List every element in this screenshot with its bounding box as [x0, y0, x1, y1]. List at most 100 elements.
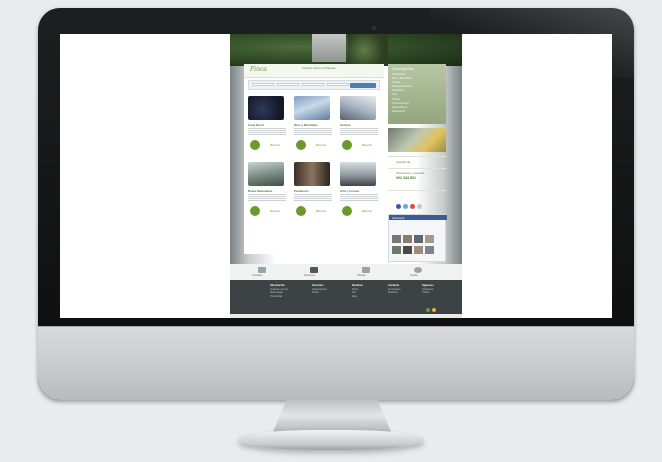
listing-badge-icon[interactable] — [250, 206, 260, 216]
footer-link[interactable]: Sur — [352, 291, 356, 294]
footer-logo-icon — [426, 308, 430, 312]
monitor-screen: Finca Turismo rural en el Paraíso Casa R… — [60, 34, 612, 318]
listing-more-link[interactable]: Más info — [270, 144, 280, 147]
footer-link[interactable]: Aviso legal — [270, 291, 283, 294]
avatar — [403, 235, 412, 243]
search-field-fecha[interactable] — [327, 83, 349, 86]
footer-icon-label[interactable]: Ofertas — [357, 274, 366, 277]
listing-more-link[interactable]: Más info — [270, 210, 280, 213]
listing-title[interactable]: Arte y Costas — [340, 189, 359, 193]
sidebar: Categorías Casa Rural Ríos y Montañas Cu… — [388, 64, 447, 264]
site-tagline: Turismo rural en el Paraíso — [302, 66, 336, 70]
sidebar-promo-image[interactable] — [388, 128, 446, 152]
footer-column: Servicios Alojamientos Rutas — [312, 284, 327, 295]
website-mockup: Finca Turismo rural en el Paraíso Casa R… — [230, 34, 462, 318]
listing-description — [340, 128, 378, 136]
listing-description — [294, 194, 332, 202]
listing-description — [248, 128, 286, 136]
google-plus-icon[interactable] — [410, 204, 415, 209]
footer-heading: Contacto — [388, 284, 400, 287]
listing-more-link[interactable]: Más info — [316, 210, 326, 213]
phone-number[interactable]: 902 334 501 — [396, 176, 416, 180]
listing-title[interactable]: Casa Rural — [248, 123, 264, 127]
listing-title[interactable]: Rutas Naturaleza — [248, 189, 272, 193]
listing-description — [340, 194, 378, 202]
footer-icon-label[interactable]: Contacto — [252, 274, 262, 277]
listing-more-link[interactable]: Más info — [362, 144, 372, 147]
camera-icon — [372, 26, 376, 30]
category-item[interactable]: Ecoturismo — [392, 110, 412, 114]
footer-logo-icon — [432, 308, 436, 312]
phone-label: Información y reservas — [396, 171, 425, 175]
footer-link[interactable]: Teléfono — [388, 291, 398, 294]
listing-badge-icon[interactable] — [342, 140, 352, 150]
search-form — [248, 80, 380, 90]
listing-more-link[interactable]: Más info — [316, 144, 326, 147]
listing-thumb[interactable] — [294, 96, 330, 120]
header-door-photo — [312, 34, 346, 62]
listing-badge-icon[interactable] — [296, 140, 306, 150]
search-field-comarca[interactable] — [302, 83, 324, 86]
monitor-chin — [38, 326, 634, 400]
contact-icon[interactable] — [258, 267, 266, 273]
footer-icon-label[interactable]: Ayuda — [410, 274, 417, 277]
footer-column: Información Quiénes somos Aviso legal Pr… — [270, 284, 288, 298]
divider — [388, 190, 446, 191]
tag-icon[interactable] — [362, 267, 370, 273]
listing-badge-icon[interactable] — [296, 206, 306, 216]
listing-title[interactable]: Cultura — [340, 123, 351, 127]
site-logo[interactable]: Finca — [250, 66, 267, 73]
footer-column: Síguenos Facebook Twitter — [422, 284, 434, 295]
search-field-provincia[interactable] — [252, 83, 274, 86]
footer-link[interactable]: Este — [352, 295, 357, 298]
footer-icon-bar: Contacto Reservas Ofertas Ayuda — [230, 264, 462, 280]
facebook-widget[interactable]: Facebook — [388, 214, 447, 262]
footer-heading: Síguenos — [422, 284, 434, 287]
avatar — [425, 246, 434, 254]
facebook-label: Facebook — [392, 215, 405, 220]
main-content: Finca Turismo rural en el Paraíso Casa R… — [244, 64, 384, 254]
listing-thumb[interactable] — [340, 162, 376, 186]
search-button[interactable] — [350, 83, 376, 88]
avatar — [392, 235, 401, 243]
divider — [388, 168, 446, 169]
help-icon[interactable] — [414, 267, 422, 273]
listing-thumb[interactable] — [340, 96, 376, 120]
listing-thumb[interactable] — [294, 162, 330, 186]
listing-more-link[interactable]: Más info — [362, 210, 372, 213]
listing-badge-icon[interactable] — [250, 140, 260, 150]
listing-title[interactable]: Paradores — [294, 189, 309, 193]
calendar-icon[interactable] — [310, 267, 318, 273]
footer-column: Destinos Norte Sur Este — [352, 284, 363, 298]
rss-icon[interactable] — [417, 204, 422, 209]
category-list: Casa Rural Ríos y Montañas Cultura Rutas… — [392, 73, 412, 114]
divider — [388, 156, 446, 157]
footer-heading: Servicios — [312, 284, 324, 287]
avatar — [414, 235, 423, 243]
search-field-tipo[interactable] — [277, 83, 299, 86]
avatar — [414, 246, 423, 254]
category-box: Categorías Casa Rural Ríos y Montañas Cu… — [388, 64, 446, 124]
listing-thumb[interactable] — [248, 162, 284, 186]
avatar — [403, 246, 412, 254]
monitor-stand-base — [238, 430, 424, 450]
listing-badge-icon[interactable] — [342, 206, 352, 216]
footer-heading: Destinos — [352, 284, 363, 287]
footer-heading: Información — [270, 284, 285, 287]
facebook-icon[interactable] — [396, 204, 401, 209]
header-leaves-photo — [348, 34, 388, 66]
sidebar-link[interactable]: Casa Rural — [396, 160, 410, 164]
avatar — [425, 235, 434, 243]
avatar — [392, 246, 401, 254]
listing-description — [248, 194, 286, 202]
listing-title[interactable]: Ríos y Montañas — [294, 123, 318, 127]
footer-column: Contacto Formulario Teléfono — [388, 284, 400, 295]
footer-link[interactable]: Rutas — [312, 291, 319, 294]
footer-link[interactable]: Privacidad — [270, 295, 282, 298]
listing-thumb[interactable] — [248, 96, 284, 120]
category-title: Categorías — [392, 66, 415, 71]
footer-icon-label[interactable]: Reservas — [304, 274, 315, 277]
logo-bar: Finca Turismo rural en el Paraíso — [244, 64, 384, 78]
twitter-icon[interactable] — [403, 204, 408, 209]
footer-link[interactable]: Twitter — [422, 291, 430, 294]
